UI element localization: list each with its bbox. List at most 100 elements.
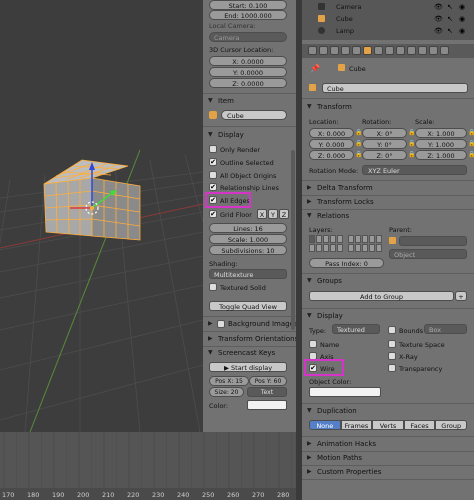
- lock-icon[interactable]: 🔒: [408, 129, 415, 136]
- layer-button[interactable]: [348, 235, 354, 243]
- custom-properties-header[interactable]: Custom Properties: [317, 468, 381, 476]
- all-object-origins-checkbox[interactable]: [209, 171, 217, 179]
- display-header[interactable]: Display: [317, 312, 343, 320]
- cursor-select-icon[interactable]: ↖: [447, 27, 453, 35]
- lock-icon[interactable]: 🔒: [355, 129, 362, 136]
- lock-icon[interactable]: 🔒: [408, 140, 415, 147]
- collapsed-triangle-icon[interactable]: ▶: [307, 198, 312, 205]
- start-display-button[interactable]: ▶ Start display: [209, 362, 287, 372]
- display-panel-header[interactable]: Display: [218, 131, 244, 139]
- cursor-x-field[interactable]: X: 0.0000: [209, 56, 287, 66]
- texture-tab-icon[interactable]: [418, 46, 427, 55]
- pin-icon[interactable]: 📌: [310, 64, 320, 73]
- layer-button[interactable]: [316, 235, 322, 243]
- duplication-header[interactable]: Duplication: [317, 407, 357, 415]
- lock-icon[interactable]: 🔒: [468, 151, 474, 158]
- rotation-mode-dropdown[interactable]: XYZ Euler: [362, 165, 467, 175]
- grid-lines-field[interactable]: Lines: 16: [209, 223, 287, 233]
- collapsed-triangle-icon[interactable]: ▶: [307, 468, 312, 475]
- rotation-y-field[interactable]: Y: 0°: [362, 139, 407, 149]
- location-y-field[interactable]: Y: 0.000: [309, 139, 354, 149]
- motion-paths-header[interactable]: Motion Paths: [317, 454, 362, 462]
- layer-button[interactable]: [369, 235, 375, 243]
- object-active-tab-icon[interactable]: [363, 46, 372, 55]
- render-icon[interactable]: ◉: [459, 27, 465, 35]
- timeline-editor[interactable]: 170 180 190 200 210 220 230 240 250 260 270 280: [0, 432, 300, 500]
- eye-icon[interactable]: 👁: [434, 15, 443, 23]
- rotation-z-field[interactable]: Z: 0°: [362, 150, 407, 160]
- 3d-viewport[interactable]: [0, 0, 203, 432]
- cursor-y-field[interactable]: Y: 0.0000: [209, 67, 287, 77]
- lock-icon[interactable]: 🔒: [355, 151, 362, 158]
- pos-x-field[interactable]: Pos X: 15: [209, 376, 249, 386]
- cursor-select-icon[interactable]: ↖: [447, 15, 453, 23]
- grid-floor-checkbox[interactable]: ✔: [209, 210, 217, 218]
- parent-type-dropdown[interactable]: Object: [389, 249, 467, 259]
- shading-dropdown[interactable]: Multitexture: [209, 269, 287, 279]
- axis-y-toggle[interactable]: Y: [268, 209, 278, 219]
- constraints-tab-icon[interactable]: [374, 46, 383, 55]
- physics-tab-icon[interactable]: [440, 46, 449, 55]
- expand-triangle-icon[interactable]: ▼: [307, 312, 312, 319]
- render-icon[interactable]: ◉: [459, 3, 465, 11]
- grid-subdivisions-field[interactable]: Subdivisions: 10: [209, 245, 287, 255]
- layer-button[interactable]: [330, 244, 336, 252]
- clip-start-field[interactable]: Start: 0.100: [209, 0, 287, 10]
- axis-z-toggle[interactable]: Z: [279, 209, 289, 219]
- axis-x-toggle[interactable]: X: [257, 209, 267, 219]
- display-type-dropdown[interactable]: Textured: [332, 324, 380, 334]
- object-color-swatch[interactable]: [309, 387, 381, 397]
- relations-header[interactable]: Relations: [317, 212, 349, 220]
- collapsed-triangle-icon[interactable]: ▶: [208, 320, 213, 327]
- layer-button[interactable]: [376, 235, 382, 243]
- add-group-plus-button[interactable]: +: [455, 291, 467, 301]
- layer-button[interactable]: [355, 235, 361, 243]
- layer-button[interactable]: [323, 244, 329, 252]
- animation-hacks-header[interactable]: Animation Hacks: [317, 440, 376, 448]
- scale-z-field[interactable]: Z: 1.000: [415, 150, 467, 160]
- only-render-checkbox[interactable]: [209, 145, 217, 153]
- outline-selected-checkbox[interactable]: ✔: [209, 158, 217, 166]
- collapsed-triangle-icon[interactable]: ▶: [208, 335, 213, 342]
- collapsed-triangle-icon[interactable]: ▶: [307, 454, 312, 461]
- duplication-option-frames[interactable]: Frames: [340, 420, 373, 430]
- eye-icon[interactable]: 👁: [434, 3, 443, 11]
- pos-y-field[interactable]: Pos Y: 60: [249, 376, 287, 386]
- scene-tab-icon[interactable]: [330, 46, 339, 55]
- modifiers-tab-icon[interactable]: [385, 46, 394, 55]
- transform-locks-header[interactable]: Transform Locks: [317, 198, 374, 206]
- expand-triangle-icon[interactable]: ▼: [208, 131, 213, 138]
- layer-button[interactable]: [362, 244, 368, 252]
- groups-header[interactable]: Groups: [317, 277, 342, 285]
- lock-icon[interactable]: 🔒: [408, 151, 415, 158]
- cursor-select-icon[interactable]: ↖: [447, 3, 453, 11]
- name-checkbox[interactable]: [309, 340, 317, 348]
- layer-button[interactable]: [323, 235, 329, 243]
- textured-solid-checkbox[interactable]: [209, 283, 217, 291]
- background-images-header[interactable]: Background Images: [228, 320, 296, 328]
- clip-end-field[interactable]: End: 1000.000: [209, 10, 287, 20]
- duplication-option-verts[interactable]: Verts: [372, 420, 404, 430]
- outliner-row-lamp[interactable]: Lamp: [318, 26, 418, 36]
- pass-index-field[interactable]: Pass Index: 0: [309, 258, 384, 268]
- location-z-field[interactable]: Z: 0.000: [309, 150, 354, 160]
- grid-scale-field[interactable]: Scale: 1.000: [209, 234, 287, 244]
- location-x-field[interactable]: X: 0.000: [309, 128, 354, 138]
- render-tab-icon[interactable]: [308, 46, 317, 55]
- layer-button[interactable]: [316, 244, 322, 252]
- collapsed-triangle-icon[interactable]: ▶: [307, 184, 312, 191]
- render-layers-tab-icon[interactable]: [319, 46, 328, 55]
- layer-button[interactable]: [362, 235, 368, 243]
- texture-space-checkbox[interactable]: [388, 340, 396, 348]
- lock-icon[interactable]: 🔒: [468, 129, 474, 136]
- scale-x-field[interactable]: X: 1.000: [415, 128, 467, 138]
- bounds-type-dropdown[interactable]: Box: [424, 324, 467, 334]
- relationship-lines-checkbox[interactable]: ✔: [209, 183, 217, 191]
- bounds-checkbox[interactable]: [388, 326, 396, 334]
- screencast-keys-header[interactable]: Screencast Keys: [218, 349, 275, 357]
- item-name-field[interactable]: Cube: [221, 110, 287, 120]
- transparency-checkbox[interactable]: [388, 364, 396, 372]
- add-to-group-button[interactable]: Add to Group: [309, 291, 454, 301]
- expand-triangle-icon[interactable]: ▼: [307, 277, 312, 284]
- collapsed-triangle-icon[interactable]: ▶: [307, 440, 312, 447]
